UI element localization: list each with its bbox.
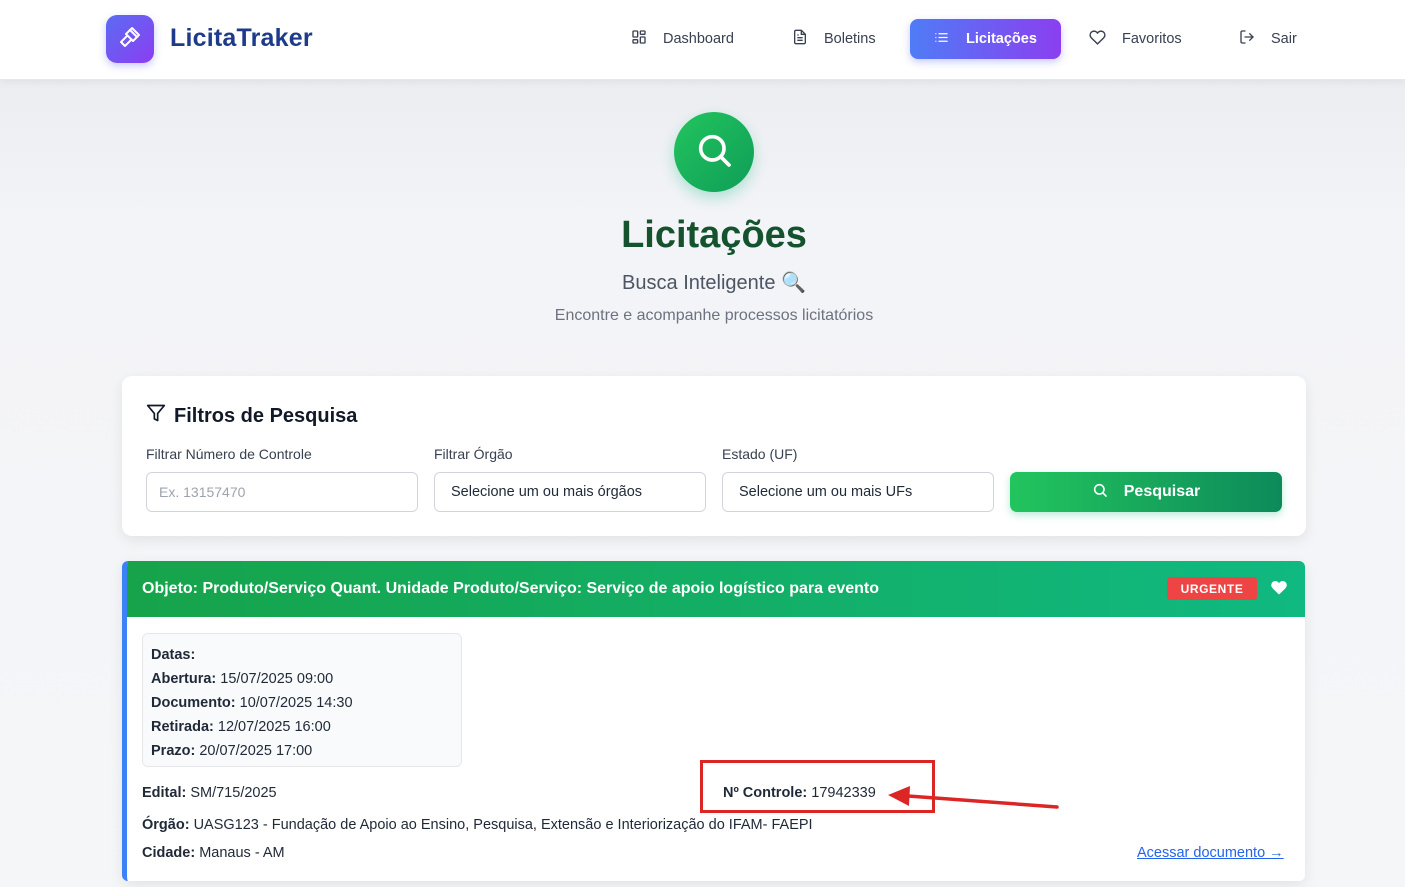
edital-line: Edital: SM/715/2025 xyxy=(142,785,277,801)
document-icon xyxy=(792,29,824,49)
filter-heading: Filtros de Pesquisa xyxy=(146,403,357,429)
nav-boletins-label: Boletins xyxy=(824,31,876,47)
nav-licitacoes[interactable]: Licitações xyxy=(910,19,1061,59)
control-number-line: Nº Controle: 17942339 xyxy=(723,785,876,801)
nav-favoritos[interactable]: Favoritos xyxy=(1089,19,1182,59)
favorite-heart-icon[interactable] xyxy=(1270,580,1288,602)
nav-sair-label: Sair xyxy=(1271,31,1297,47)
search-icon xyxy=(1092,482,1124,503)
dates-box: Datas: Abertura: 15/07/2025 09:00 Docume… xyxy=(142,633,462,767)
app-logo[interactable] xyxy=(106,15,154,63)
tender-card: Objeto: Produto/Serviço Quant. Unidade P… xyxy=(122,561,1305,881)
brand-name[interactable]: LicitaTraker xyxy=(170,24,313,53)
tender-object-title[interactable]: Objeto: Produto/Serviço Quant. Unidade P… xyxy=(142,580,879,598)
nav-sair[interactable]: Sair xyxy=(1239,19,1297,59)
urgent-badge: URGENTE xyxy=(1167,577,1257,600)
date-documento: Documento: 10/07/2025 14:30 xyxy=(151,695,353,711)
date-abertura: Abertura: 15/07/2025 09:00 xyxy=(151,671,334,687)
grid-icon xyxy=(631,29,663,49)
list-icon xyxy=(934,30,966,49)
nav-dashboard[interactable]: Dashboard xyxy=(631,19,734,59)
date-prazo: Prazo: 20/07/2025 17:00 xyxy=(151,743,313,759)
state-select[interactable]: Selecione um ou mais UFs xyxy=(722,472,994,512)
organ-line: Órgão: UASG123 - Fundação de Apoio ao En… xyxy=(142,817,813,833)
organ-select[interactable]: Selecione um ou mais órgãos xyxy=(434,472,706,512)
heart-icon xyxy=(1089,29,1122,50)
gavel-icon xyxy=(118,25,142,54)
page-title: Licitações xyxy=(621,214,807,256)
city-line: Cidade: Manaus - AM xyxy=(142,845,285,861)
date-retirada: Retirada: 12/07/2025 16:00 xyxy=(151,719,331,735)
dates-heading: Datas: xyxy=(151,647,196,663)
search-button-label: Pesquisar xyxy=(1123,483,1201,500)
hero-badge xyxy=(674,112,754,192)
nav-dashboard-label: Dashboard xyxy=(663,31,734,47)
search-button[interactable]: Pesquisar xyxy=(1010,472,1282,512)
filter-icon xyxy=(146,403,174,429)
top-navbar: LicitaTraker Dashboard Boletins Licitaçõ… xyxy=(0,0,1405,80)
filter-panel: Filtros de Pesquisa Filtrar Número de Co… xyxy=(122,376,1306,536)
control-number-label: Filtrar Número de Controle xyxy=(146,446,312,462)
tender-card-header: Objeto: Produto/Serviço Quant. Unidade P… xyxy=(127,561,1305,617)
nav-licitacoes-label: Licitações xyxy=(966,31,1037,47)
page-description: Encontre e acompanhe processos licitatór… xyxy=(554,307,874,324)
nav-boletins[interactable]: Boletins xyxy=(792,19,876,59)
search-icon xyxy=(694,130,734,175)
access-document-link[interactable]: Acessar documento → xyxy=(1137,845,1284,861)
logout-icon xyxy=(1239,29,1271,49)
state-filter-label: Estado (UF) xyxy=(722,446,798,462)
page-subtitle: Busca Inteligente 🔍 xyxy=(622,272,806,294)
nav-favoritos-label: Favoritos xyxy=(1122,31,1182,47)
control-number-input[interactable] xyxy=(146,472,418,512)
organ-filter-label: Filtrar Órgão xyxy=(434,446,513,462)
filter-title-text: Filtros de Pesquisa xyxy=(174,404,358,427)
